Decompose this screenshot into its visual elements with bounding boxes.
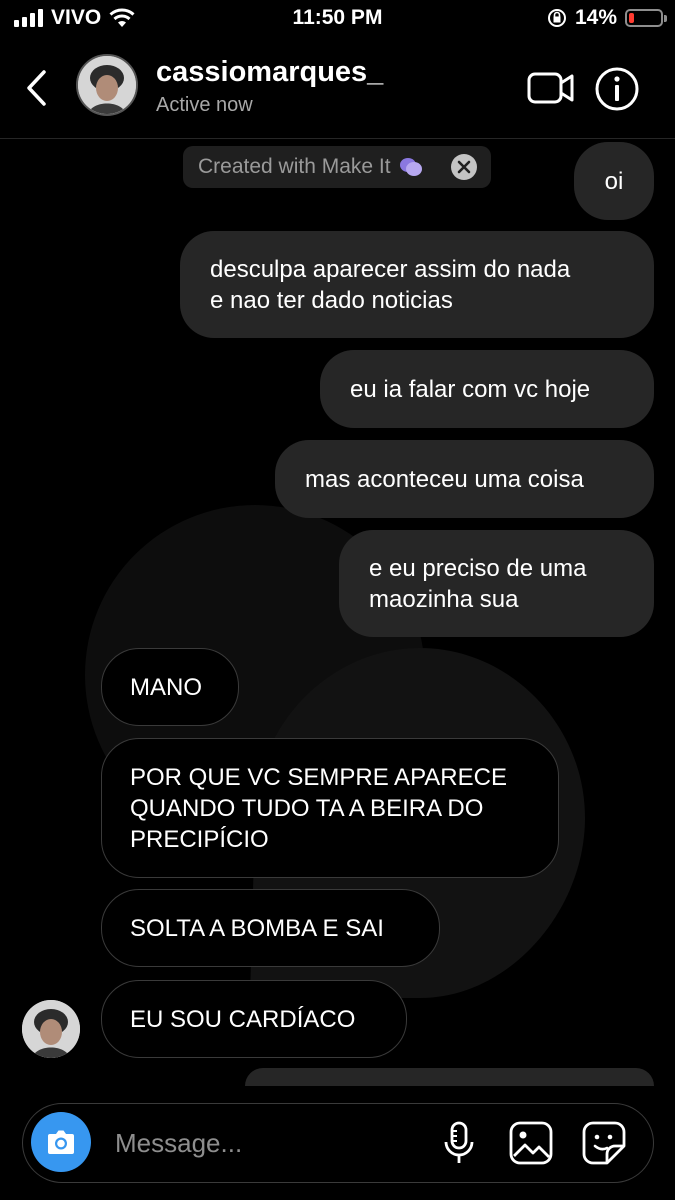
message-bubble-sent[interactable]: desculpa aparecer assim do nada e nao te… [180, 231, 654, 338]
message-input[interactable] [113, 1122, 417, 1164]
close-icon[interactable] [451, 154, 477, 180]
message-composer [22, 1103, 654, 1183]
message-bubble-sent[interactable]: eu ia falar com vc hoje [320, 350, 654, 428]
camera-icon [48, 1130, 74, 1154]
message-text: eu ia falar com vc hoje [350, 375, 591, 403]
message-text: MANO [130, 673, 202, 701]
chat-header: cassiomarques_ Active now [0, 40, 675, 139]
message-text: e eu preciso de uma maozinha sua [369, 554, 587, 613]
avatar[interactable] [76, 54, 138, 116]
active-status: Active now [156, 94, 253, 116]
message-text: desculpa aparecer assim do nada e nao te… [210, 255, 571, 314]
battery-percentage: 14% [574, 6, 617, 29]
battery-icon [625, 9, 667, 27]
message-bubble-sent[interactable]: e eu preciso de uma maozinha sua [339, 530, 654, 637]
back-icon[interactable] [20, 66, 54, 110]
info-icon[interactable] [594, 66, 640, 112]
partial-message-bubble [245, 1068, 654, 1086]
make-it-banner: Created with Make It [183, 146, 491, 188]
gallery-icon[interactable] [508, 1120, 554, 1166]
message-bubble-received[interactable]: EU SOU CARDÍACO [101, 980, 407, 1058]
message-text: EU SOU CARDÍACO [130, 1005, 356, 1033]
message-text: SOLTA A BOMBA E SAI [130, 914, 384, 942]
microphone-icon[interactable] [436, 1120, 482, 1166]
contact-name[interactable]: cassiomarques_ [156, 56, 383, 89]
message-bubble-received[interactable]: SOLTA A BOMBA E SAI [101, 889, 440, 967]
profile-photo [78, 56, 136, 114]
message-bubble-received[interactable]: POR QUE VC SEMPRE APARECE QUANDO TUDO TA… [101, 738, 559, 878]
message-bubble-sent[interactable]: mas aconteceu uma coisa [275, 440, 654, 518]
banner-text: Created with Make It [198, 155, 391, 178]
lock-rotation-icon [547, 9, 566, 27]
video-call-icon[interactable] [527, 68, 575, 108]
message-text: mas aconteceu uma coisa [305, 465, 584, 493]
message-bubble-sent[interactable]: oi [574, 142, 654, 220]
status-bar: VIVO 11:50 PM 14% [0, 0, 675, 40]
camera-button[interactable] [31, 1112, 91, 1172]
message-text: oi [604, 167, 624, 195]
avatar[interactable] [22, 1000, 80, 1058]
profile-photo [22, 1000, 80, 1058]
chat-bubbles-icon [399, 158, 422, 176]
message-bubble-received[interactable]: MANO [101, 648, 239, 726]
sticker-icon[interactable] [581, 1120, 627, 1166]
message-text: POR QUE VC SEMPRE APARECE QUANDO TUDO TA… [130, 763, 507, 853]
